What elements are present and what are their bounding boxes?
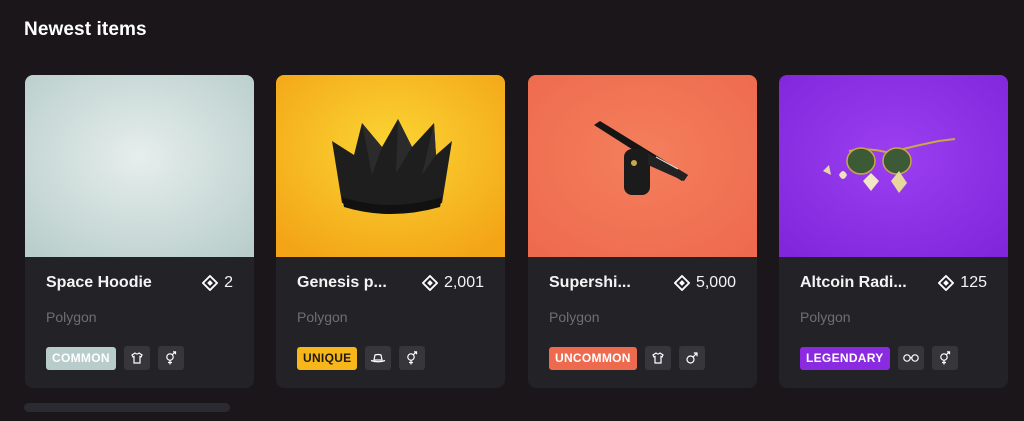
- price-value: 2: [224, 274, 233, 291]
- item-thumbnail[interactable]: [276, 75, 505, 257]
- item-name: Space Hoodie: [46, 274, 152, 291]
- price-value: 5,000: [695, 274, 736, 291]
- mana-diamond-icon: [421, 275, 438, 291]
- item-network: Polygon: [297, 309, 348, 325]
- item-price: 2,001: [421, 274, 484, 292]
- items-grid: Space Hoodie 2 Polygon COMMON Genesis p.…: [25, 75, 1015, 389]
- unisex-icon: [157, 346, 184, 370]
- upper-body-icon: [644, 346, 671, 370]
- item-card-supershi[interactable]: Supershi... 5,000 Polygon UNCOMMON: [528, 75, 757, 388]
- rarity-badge: UNCOMMON: [549, 346, 637, 370]
- horizontal-scrollbar[interactable]: [24, 403, 230, 412]
- item-name: Supershi...: [549, 274, 631, 291]
- hat-icon: [365, 346, 392, 370]
- price-value: 125: [960, 274, 987, 291]
- item-tags: UNCOMMON: [549, 346, 705, 370]
- item-thumbnail[interactable]: [25, 75, 254, 257]
- price-value: 2,001: [443, 274, 484, 291]
- item-tags: LEGENDARY: [800, 346, 958, 370]
- unisex-icon: [931, 346, 958, 370]
- male-icon: [678, 346, 705, 370]
- item-price: 5,000: [673, 274, 736, 292]
- mana-diamond-icon: [202, 275, 219, 291]
- item-network: Polygon: [46, 309, 97, 325]
- rarity-badge: LEGENDARY: [800, 346, 890, 370]
- item-network: Polygon: [549, 309, 600, 325]
- eyewear-icon: [897, 346, 924, 370]
- item-network: Polygon: [800, 309, 851, 325]
- item-card-altcoin[interactable]: Altcoin Radi... 125 Polygon LEGENDARY: [779, 75, 1008, 388]
- item-thumbnail[interactable]: [779, 75, 1008, 257]
- item-name: Genesis p...: [297, 274, 387, 291]
- section-title: Newest items: [24, 19, 147, 40]
- item-price: 125: [938, 274, 987, 292]
- item-card-space-hoodie[interactable]: Space Hoodie 2 Polygon COMMON: [25, 75, 254, 388]
- mana-diamond-icon: [938, 275, 955, 291]
- item-tags: COMMON: [46, 346, 184, 370]
- item-tags: UNIQUE: [297, 346, 426, 370]
- upper-body-icon: [123, 346, 150, 370]
- item-name: Altcoin Radi...: [800, 274, 907, 291]
- item-price: 2: [202, 274, 233, 292]
- unisex-icon: [399, 346, 426, 370]
- rarity-badge: UNIQUE: [297, 346, 358, 370]
- rarity-badge: COMMON: [46, 346, 116, 370]
- mana-diamond-icon: [673, 275, 690, 291]
- item-thumbnail[interactable]: [528, 75, 757, 257]
- item-card-genesis[interactable]: Genesis p... 2,001 Polygon UNIQUE: [276, 75, 505, 388]
